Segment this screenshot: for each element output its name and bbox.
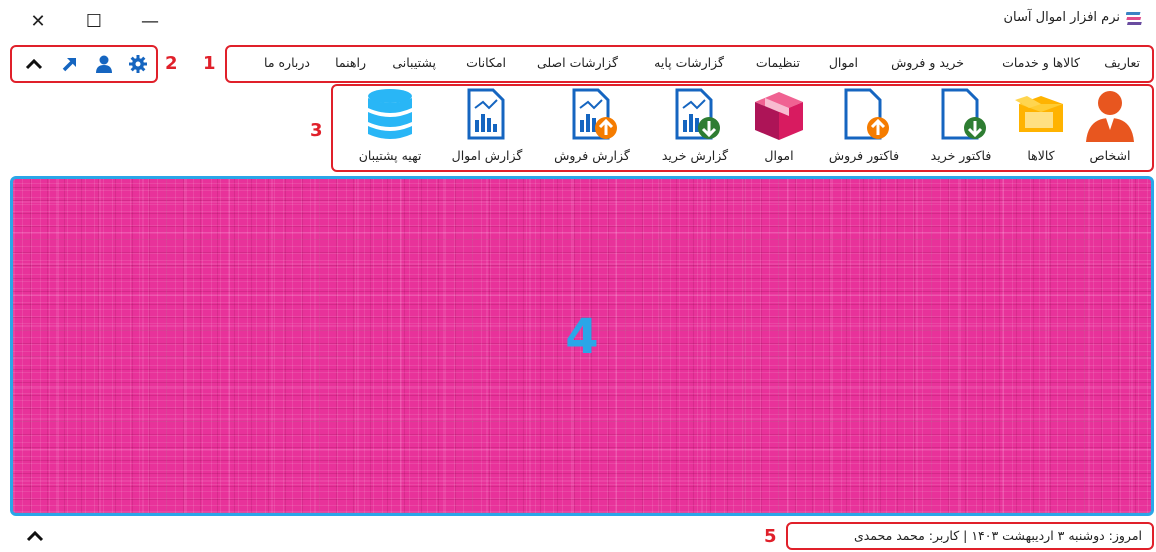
menu-item-support[interactable]: پشتیبانی — [392, 55, 436, 70]
close-icon: ✕ — [30, 10, 46, 32]
minimize-window-button[interactable]: — — [130, 8, 170, 34]
menu-item-definitions[interactable]: تعاریف — [1104, 55, 1140, 70]
status-collapse-button[interactable] — [26, 524, 50, 548]
status-text: امروز: دوشنبه ۳ اردیبهشت ۱۴۰۳ | کاربر: م… — [853, 528, 1142, 543]
menu-item-features[interactable]: امکانات — [466, 55, 506, 70]
maximize-window-button[interactable]: ☐ — [74, 8, 114, 34]
toolbar-sales-invoice-button[interactable]: فاکتور فروش — [818, 86, 910, 168]
toolbar-purchase-report-label: گزارش خرید — [661, 148, 729, 163]
toolbar-assets-report-button[interactable]: گزارش اموال — [440, 86, 534, 168]
invoice-download-icon — [941, 88, 986, 140]
chevron-up-icon — [26, 530, 44, 542]
toolbar-persons-button[interactable]: اشخاص — [1078, 86, 1142, 168]
annotation-label-5: 5 — [764, 526, 777, 547]
menu-item-about[interactable]: درباره ما — [264, 55, 310, 70]
box-icon — [1015, 96, 1063, 132]
toolbar-purchase-invoice-button[interactable]: فاکتور خرید — [918, 86, 1004, 168]
gear-icon — [129, 55, 147, 73]
report-icon — [467, 88, 505, 140]
settings-button[interactable] — [126, 53, 150, 75]
toolbar-goods-label: کالاها — [1027, 148, 1055, 163]
annotation-label-3: 3 — [310, 120, 323, 141]
report-upload-icon — [572, 88, 617, 140]
toolbar-backup-label: تهیه پشتیبان — [358, 148, 422, 163]
person-icon — [1086, 91, 1134, 142]
app-title: نرم افزار اموال آسان — [1003, 10, 1121, 25]
toolbar-assets-label: اموال — [764, 148, 794, 163]
annotation-label-2: 2 — [165, 53, 178, 74]
annotation-label-1: 1 — [203, 53, 216, 74]
toolbar-persons-label: اشخاص — [1089, 148, 1131, 163]
toolbar-backup-button[interactable]: تهیه پشتیبان — [344, 86, 436, 168]
menu-item-settings[interactable]: تنظیمات — [756, 55, 800, 70]
close-window-button[interactable]: ✕ — [18, 8, 58, 34]
toolbar-goods-button[interactable]: کالاها — [1006, 86, 1076, 168]
toolbar-sales-report-button[interactable]: گزارش فروش — [544, 86, 640, 168]
main-workspace[interactable]: 4 — [10, 176, 1154, 516]
maximize-icon: ☐ — [85, 10, 103, 32]
menu-item-buy-sell[interactable]: خرید و فروش — [891, 55, 964, 70]
annotation-label-4: 4 — [565, 309, 599, 365]
arrow-up-right-icon — [62, 58, 76, 72]
app-logo-icon — [1126, 12, 1142, 25]
assets-box-icon — [755, 92, 803, 140]
toolbar-purchase-report-button[interactable]: گزارش خرید — [650, 86, 740, 168]
user-button[interactable] — [92, 53, 116, 75]
user-icon — [96, 55, 112, 73]
toolbar-sales-invoice-label: فاکتور فروش — [828, 148, 900, 163]
menu-item-assets[interactable]: اموال — [829, 55, 858, 70]
menu-item-help[interactable]: راهنما — [335, 55, 366, 70]
toolbar-sales-report-label: گزارش فروش — [554, 148, 630, 163]
toolbar-purchase-invoice-label: فاکتور خرید — [930, 148, 992, 163]
menu-item-main-reports[interactable]: گزارشات اصلی — [537, 55, 618, 70]
chevron-up-icon — [25, 58, 43, 70]
menu-item-basic-reports[interactable]: گزارشات پایه — [654, 55, 724, 70]
invoice-upload-icon — [844, 88, 889, 140]
report-download-icon — [675, 88, 720, 140]
toolbar-assets-report-label: گزارش اموال — [451, 148, 523, 163]
collapse-ribbon-button[interactable] — [22, 53, 46, 75]
menu-item-goods-services[interactable]: کالاها و خدمات — [1002, 55, 1080, 70]
minimize-icon: — — [141, 10, 159, 32]
open-external-button[interactable] — [58, 53, 82, 75]
toolbar-assets-button[interactable]: اموال — [744, 86, 814, 168]
database-icon — [368, 89, 412, 139]
title-bar — [0, 0, 1156, 40]
